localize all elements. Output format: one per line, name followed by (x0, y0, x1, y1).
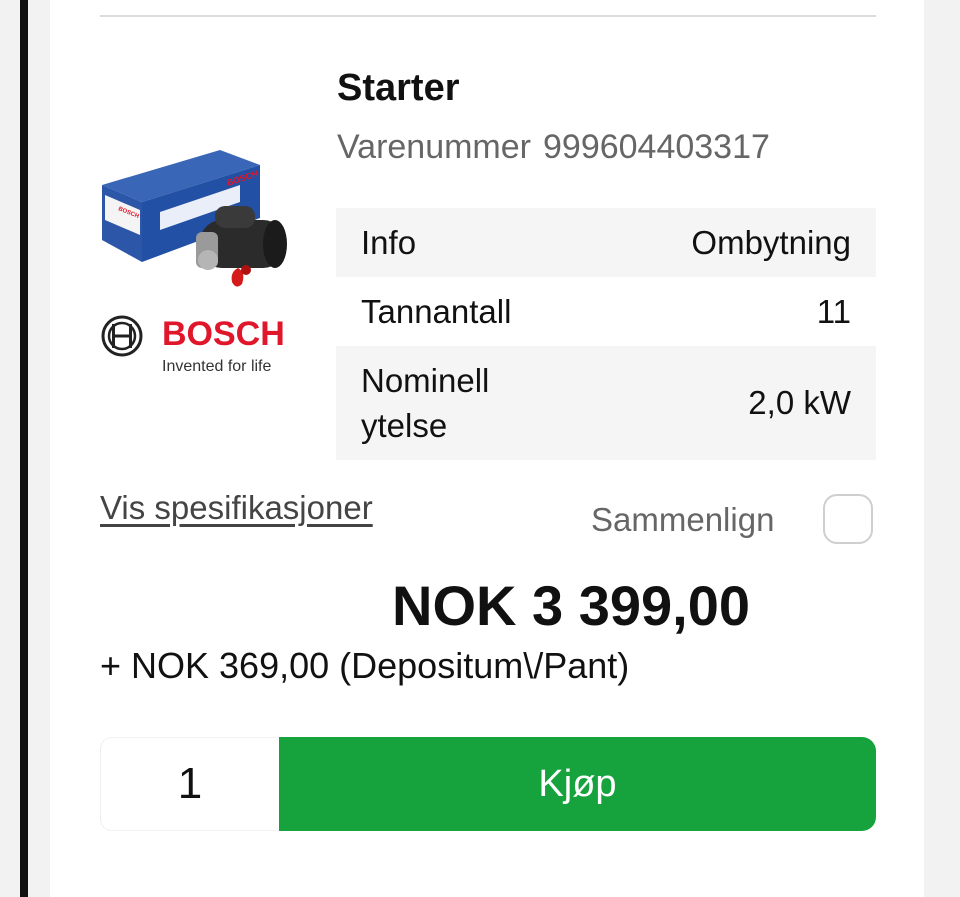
spec-value: Ombytning (691, 223, 851, 261)
spec-table: Info Ombytning Tannantall 11 Nominell yt… (336, 208, 876, 460)
top-divider (100, 15, 876, 17)
spec-value: 2,0 kW (748, 384, 851, 421)
show-specifications-link[interactable]: Vis spesifikasjoner (100, 486, 373, 530)
starter-motor-product-image-icon: BOSCH BOSCH (102, 150, 287, 287)
spec-row: Info Ombytning (336, 208, 876, 277)
sku-label: Varenummer (337, 128, 531, 166)
spec-row: Nominell ytelse 2,0 kW (336, 346, 876, 460)
deposit-text: + NOK 369,00 (Depositum\/Pant) (100, 645, 630, 686)
spec-key: Info (361, 224, 417, 261)
spec-key: Tannantall (361, 293, 512, 330)
left-edge-bar (20, 0, 28, 897)
product-sku: Varenummer 999604403317 (337, 126, 770, 168)
product-image[interactable]: BOSCH BOSCH (100, 140, 290, 295)
product-price: NOK 3 399,00 (392, 574, 750, 637)
compare-label[interactable]: Sammenlign (591, 498, 774, 542)
spec-key: Nominell ytelse (361, 362, 490, 444)
spec-row: Tannantall 11 (336, 277, 876, 346)
sku-value: 999604403317 (543, 128, 770, 166)
brand-tagline: Invented for life (162, 358, 272, 375)
spec-value: 11 (816, 292, 851, 330)
product-title[interactable]: Starter (337, 66, 460, 110)
brand-name: BOSCH (162, 315, 285, 353)
brand-logo: BOSCH Invented for life (100, 312, 290, 382)
compare-checkbox[interactable] (823, 494, 873, 544)
quantity-input[interactable] (100, 737, 280, 831)
bosch-logo-icon (101, 315, 143, 357)
buy-button[interactable]: Kjøp (279, 737, 876, 831)
